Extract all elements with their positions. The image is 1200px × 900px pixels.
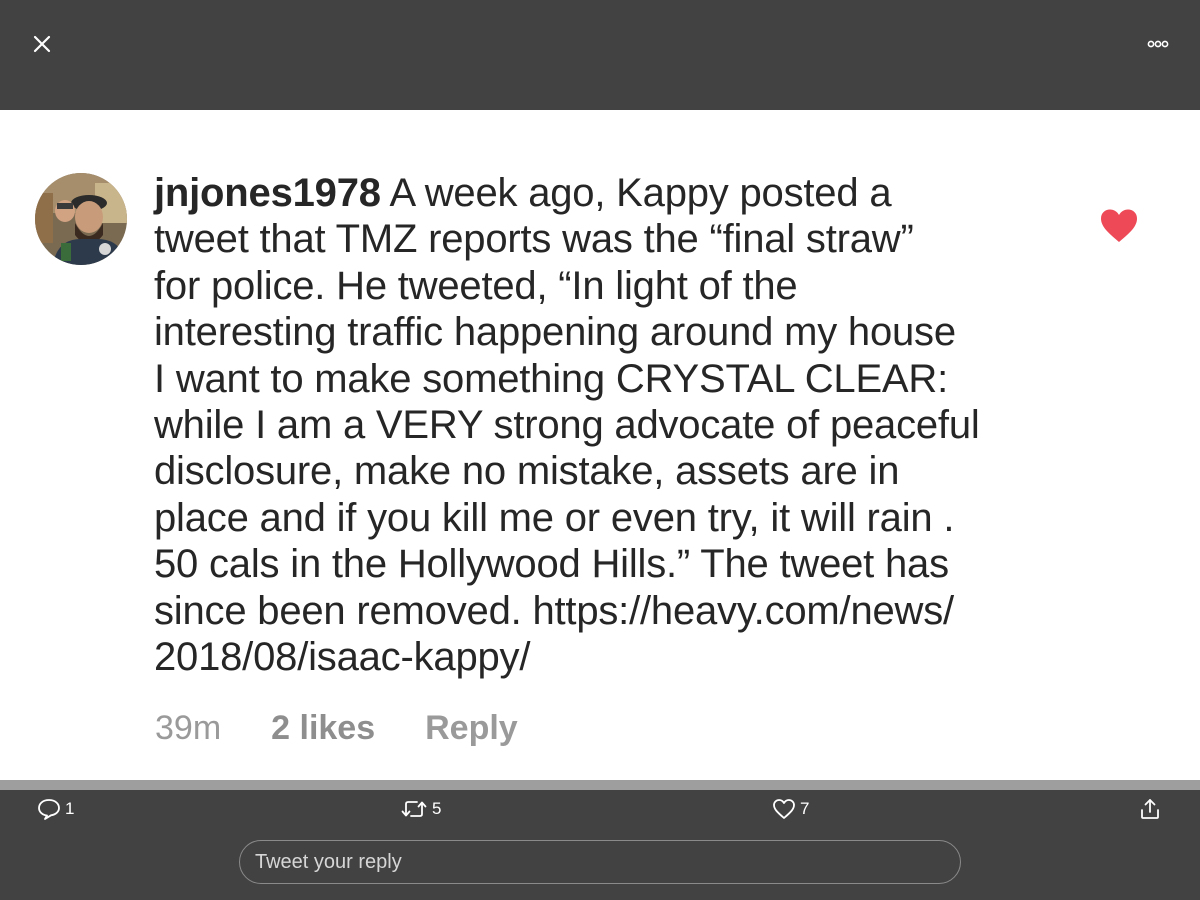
comment-line: disclosure, make no mistake, assets are … — [154, 449, 900, 494]
like-count: 7 — [800, 799, 810, 818]
heart-icon — [1101, 209, 1137, 242]
comment-line: tweet that TMZ reports was the “final st… — [154, 217, 914, 262]
retweet-button[interactable]: 5 — [400, 794, 441, 824]
like-icon — [773, 799, 795, 819]
reply-button[interactable]: 1 — [37, 794, 74, 824]
tweet-action-bar: 1 5 7 — [0, 790, 1200, 900]
divider — [0, 780, 1200, 790]
reply-count: 1 — [65, 799, 75, 818]
close-button[interactable] — [26, 28, 58, 60]
more-icon — [1147, 40, 1169, 48]
comment-time: 39m — [155, 708, 222, 747]
comment-line: since been removed. https://heavy.com/ne… — [154, 588, 954, 633]
comment-username[interactable]: jnjones1978 — [154, 171, 381, 215]
comment-line: 2018/08/isaac-kappy/ — [154, 635, 531, 680]
like-button[interactable]: 7 — [772, 794, 809, 824]
comment-line: place and if you kill me or even try, it… — [154, 495, 955, 540]
share-button[interactable] — [1138, 794, 1162, 824]
comment-text: jnjones1978 A week ago, Kappy posted a t… — [154, 170, 1054, 680]
retweet-icon — [401, 801, 427, 817]
comment-card: jnjones1978 A week ago, Kappy posted a t… — [0, 110, 1200, 780]
comment-line: I want to make something CRYSTAL CLEAR: — [154, 356, 949, 401]
comment-line: A week ago, Kappy posted a — [389, 171, 892, 215]
comment-likes[interactable]: 2 likes — [271, 709, 375, 748]
close-icon — [33, 35, 51, 53]
comment-reply-button[interactable]: Reply — [425, 709, 518, 748]
more-options-button[interactable] — [1138, 30, 1178, 58]
avatar[interactable] — [35, 173, 127, 265]
tweet-reply-input[interactable] — [239, 840, 961, 884]
share-icon — [1141, 799, 1159, 819]
comment-line: while I am a VERY strong advocate of pea… — [154, 403, 980, 448]
reply-icon — [38, 799, 60, 820]
comment-line: 50 cals in the Hollywood Hills.” The twe… — [154, 542, 949, 587]
retweet-count: 5 — [432, 799, 442, 818]
comment-line: interesting traffic happening around my … — [154, 310, 956, 355]
top-bar — [0, 0, 1200, 110]
comment-meta: 39m 2 likes Reply — [155, 706, 518, 750]
comment-line: for police. He tweeted, “In light of the — [154, 263, 798, 308]
comment-like-button[interactable] — [1099, 208, 1139, 244]
